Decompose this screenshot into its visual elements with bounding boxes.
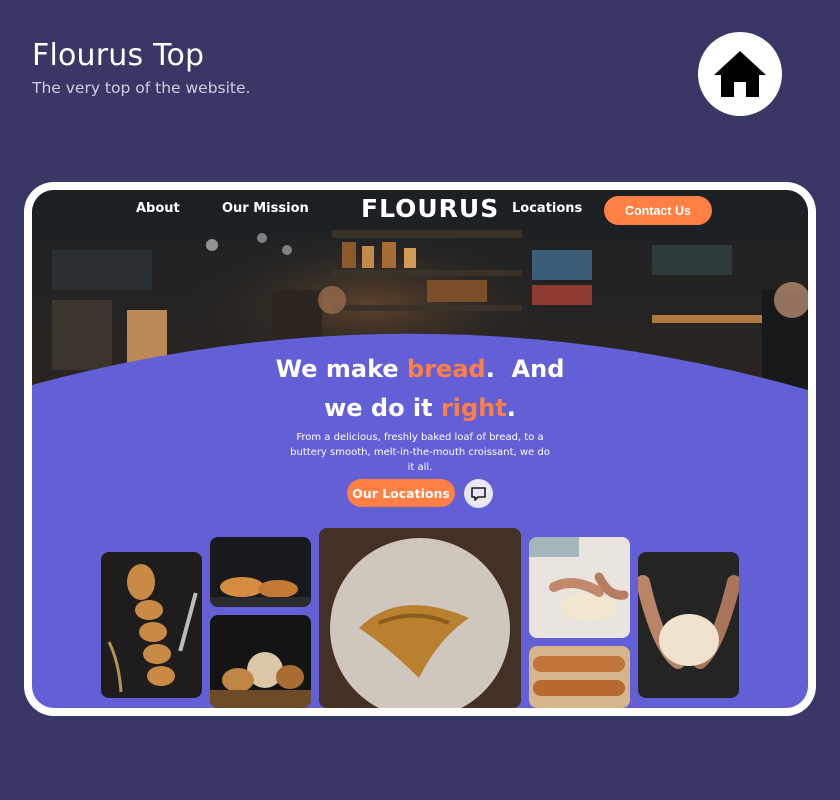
- dough-ball-hands-photo: [638, 552, 739, 698]
- chat-bubble-icon: [471, 486, 486, 501]
- kneading-dough-photo: [529, 537, 630, 638]
- nav-about-link[interactable]: About: [136, 201, 180, 216]
- nav-locations-link[interactable]: Locations: [512, 201, 582, 216]
- headline-part: .: [506, 394, 516, 422]
- page-title: Flourus Top: [32, 38, 205, 73]
- contact-us-button[interactable]: Contact Us: [604, 196, 712, 225]
- brand-logo[interactable]: FLOURUS: [361, 194, 499, 223]
- our-locations-button[interactable]: Our Locations: [347, 479, 455, 507]
- home-icon: [714, 51, 766, 97]
- hero-body-text: From a delicious, freshly baked loaf of …: [290, 432, 550, 473]
- hero-headline: We make bread. And we do it right.: [32, 350, 808, 428]
- headline-part: . And: [485, 355, 565, 383]
- headline-part: we do it: [324, 394, 441, 422]
- site-nav: About Our Mission FLOURUS Locations Cont…: [32, 190, 808, 240]
- sliced-baguette-photo: [101, 552, 202, 698]
- croissants-photo: [210, 537, 311, 607]
- page-subtitle: The very top of the website.: [32, 79, 251, 97]
- bread-basket-photo: [210, 615, 311, 708]
- headline-accent: right: [440, 394, 507, 422]
- nav-mission-link[interactable]: Our Mission: [222, 201, 309, 216]
- website-screen: About Our Mission FLOURUS Locations Cont…: [32, 190, 808, 708]
- headline-accent: bread: [407, 355, 486, 383]
- sourdough-loaf-photo: [319, 528, 521, 708]
- chat-button[interactable]: [464, 479, 493, 508]
- baguettes-photo: [529, 646, 630, 708]
- home-button[interactable]: [698, 32, 782, 116]
- headline-part: We make: [275, 355, 408, 383]
- website-preview-frame: About Our Mission FLOURUS Locations Cont…: [24, 182, 816, 716]
